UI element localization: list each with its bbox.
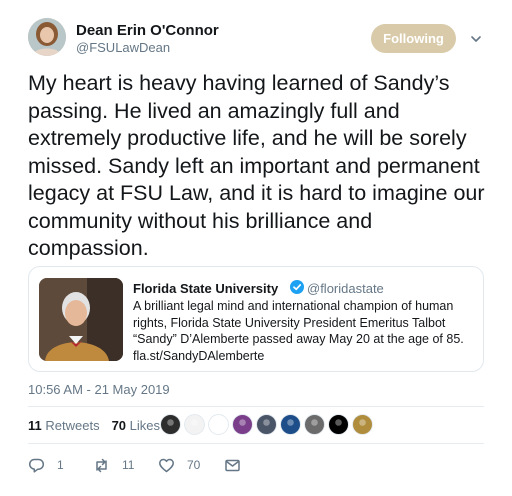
tweet-actions: 1 11 70: [28, 455, 484, 475]
author-handle[interactable]: @FSULawDean: [76, 40, 170, 55]
quoted-author-handle: @floridastate: [307, 281, 384, 296]
author-avatar[interactable]: [28, 18, 66, 56]
tweet-header: Dean Erin O'Connor @FSULawDean Following: [0, 0, 512, 64]
divider: [28, 443, 484, 444]
liker-avatar-4[interactable]: [232, 414, 253, 435]
liker-avatar-6[interactable]: [280, 414, 301, 435]
liker-avatar-7[interactable]: [304, 414, 325, 435]
liker-avatar-8[interactable]: [328, 414, 349, 435]
retweets-label: Retweets: [45, 417, 100, 433]
tweet-timestamp[interactable]: 10:56 AM - 21 May 2019: [28, 382, 170, 397]
reply-button[interactable]: 1: [28, 455, 64, 475]
quoted-author-name: Florida State University: [133, 281, 279, 296]
retweet-button[interactable]: 11: [93, 455, 134, 475]
liker-avatars: [160, 414, 373, 436]
retweets-stat[interactable]: 11 Retweets: [28, 418, 100, 433]
likes-stat[interactable]: 70 Likes: [112, 418, 160, 433]
reply-icon: [28, 458, 45, 473]
following-button[interactable]: Following: [371, 24, 456, 53]
like-button[interactable]: 70: [158, 455, 200, 475]
author-name[interactable]: Dean Erin O'Connor: [76, 22, 219, 39]
liker-avatar-9[interactable]: [352, 414, 373, 435]
verified-badge-icon: [290, 280, 304, 294]
like-count: 70: [187, 458, 201, 472]
retweet-count: 11: [122, 458, 135, 472]
liker-avatar-5[interactable]: [256, 414, 277, 435]
liker-avatar-2[interactable]: [184, 414, 205, 435]
retweets-count: 11: [28, 417, 42, 433]
divider: [28, 406, 484, 407]
quoted-tweet[interactable]: Florida State University @floridastate A…: [28, 266, 484, 372]
tweet-text: My heart is heavy having learned of Sand…: [28, 71, 485, 260]
retweet-icon: [96, 458, 107, 472]
engagement-stats: 11 Retweets 70 Likes: [28, 408, 160, 442]
heart-icon: [159, 458, 174, 472]
liker-avatar-1[interactable]: [160, 414, 181, 435]
direct-message-button[interactable]: [224, 455, 241, 475]
quoted-tweet-text: A brilliant legal mind and international…: [133, 299, 464, 363]
liker-avatar-3[interactable]: [208, 414, 229, 435]
reply-count: 1: [57, 458, 64, 472]
likes-count: 70: [111, 417, 127, 433]
quoted-tweet-photo: [39, 278, 123, 361]
envelope-icon: [225, 459, 240, 471]
likes-label: Likes: [129, 417, 161, 433]
chevron-down-icon[interactable]: [469, 32, 483, 46]
